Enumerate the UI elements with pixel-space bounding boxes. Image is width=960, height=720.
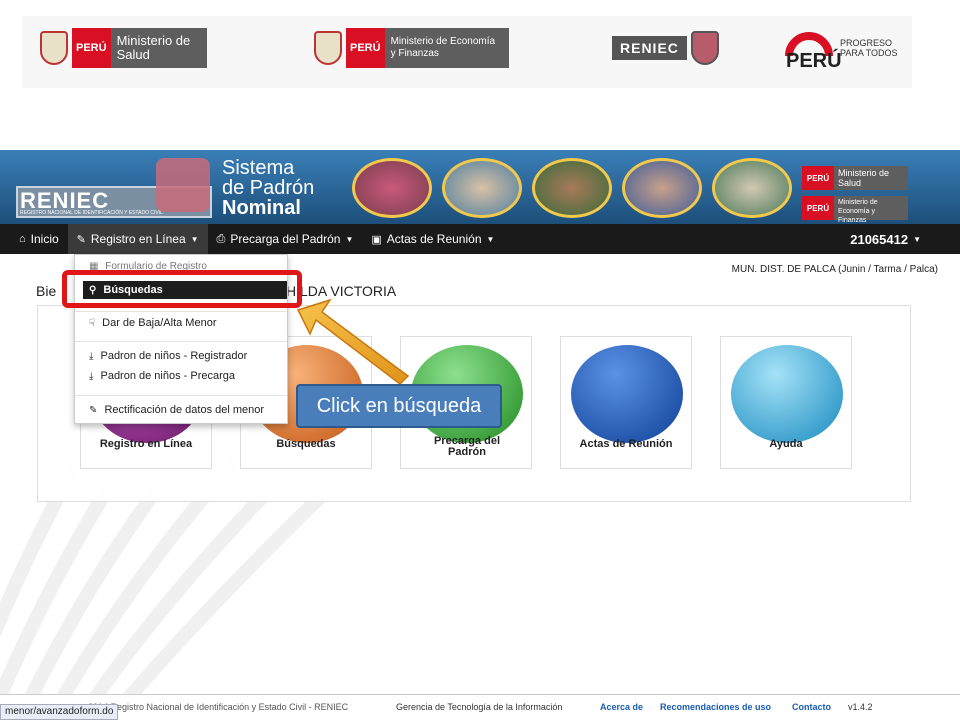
caret-down-icon: ▼ — [190, 234, 199, 244]
caret-down-icon: ▼ — [345, 234, 354, 244]
click-busqueda-callout: Click en búsqueda — [296, 384, 502, 428]
progreso-tagline: PROGRESO PARA TODOS — [840, 38, 898, 58]
tile-label: Registro en Línea — [99, 438, 193, 450]
footer-link-contacto[interactable]: Contacto — [792, 702, 831, 712]
nav-precarga[interactable]: ⎙ Precarga del Padrón ▼ — [208, 224, 363, 254]
user-id: 21065412 — [850, 231, 909, 247]
peru-tag: PERÚ — [346, 28, 385, 68]
system-title: Sistema de Padrón Nominal — [222, 158, 314, 218]
dropdown-label: Rectificación de datos del menor — [104, 404, 265, 416]
dropdown-item-baja-alta[interactable]: ☟ Dar de Baja/Alta Menor — [75, 317, 287, 329]
tile-ayuda[interactable]: Ayuda — [720, 336, 852, 469]
nav-registro-en-linea[interactable]: ✎ Registro en Línea ▼ — [67, 224, 208, 254]
footer-copyright: 2014 Registro Nacional de Identificación… — [88, 702, 349, 712]
footer-link-acerca[interactable]: Acerca de — [600, 702, 643, 712]
dropdown-item-rectificacion[interactable]: ✎ Rectificación de datos del menor — [75, 404, 287, 416]
child-photo-1 — [352, 158, 432, 218]
peru-shield-icon — [40, 31, 68, 65]
home-icon: ⌂ — [19, 233, 26, 245]
nav-label: Precarga del Padrón — [230, 232, 341, 246]
nav-label: Registro en Línea — [90, 232, 186, 246]
child-photo-5 — [712, 158, 792, 218]
child-photo-4 — [622, 158, 702, 218]
briefcase-icon: ▣ — [371, 233, 382, 246]
nav-label: Inicio — [30, 232, 59, 246]
peru-shield-icon — [314, 31, 342, 65]
footer-gerencia: Gerencia de Tecnología de la Información — [396, 702, 563, 712]
printer-icon: ⎙ — [216, 232, 226, 245]
dropdown-label: Padron de niños - Registrador — [100, 350, 248, 362]
footer-link-recomendaciones[interactable]: Recomendaciones de uso — [660, 702, 771, 712]
dropdown-divider — [75, 341, 287, 342]
reniec-small-logo: RENIEC — [612, 26, 723, 70]
page-footer: 2014 Registro Nacional de Identificación… — [0, 694, 960, 720]
nav-inicio[interactable]: ⌂ Inicio — [10, 224, 68, 254]
tile-label: Búsquedas — [276, 438, 336, 450]
welcome-start: Bie — [36, 283, 57, 299]
partner-logos-strip: PERÚ Ministerio de Salud PERÚ Ministerio… — [22, 16, 912, 88]
callout-text: Click en búsqueda — [316, 394, 482, 417]
peru-word: PERÚ — [786, 50, 842, 72]
reniec-wordmark: RENIEC — [612, 36, 687, 60]
footer-version: v1.4.2 — [848, 702, 873, 712]
salud-label: Ministerio de Salud — [834, 166, 908, 190]
browser-status-bar: menor/avanzadoform.do — [0, 704, 119, 720]
pointer-arrow-icon — [290, 296, 430, 396]
location-label: MUN. DIST. DE PALCA (Junin / Tarma / Pal… — [731, 264, 938, 275]
tile-label: Actas de Reunión — [579, 438, 673, 450]
reniec-fingerprint-figure-icon — [156, 158, 210, 212]
salud-label: Ministerio de Salud — [110, 28, 207, 68]
dropdown-item-padron-registrador[interactable]: ⤓ Padron de niños - Registrador — [75, 350, 287, 362]
main-navbar: ⌂ Inicio ✎ Registro en Línea ▼ ⎙ Precarg… — [0, 224, 960, 254]
document-icon — [571, 345, 683, 443]
child-photo-2 — [442, 158, 522, 218]
peru-progreso-logo: PERÚ PROGRESO PARA TODOS — [784, 26, 904, 72]
peru-tag: PERÚ — [802, 166, 834, 190]
title-line-3: Nominal — [222, 197, 301, 219]
title-line-1: Sistema — [222, 157, 295, 179]
mef-banner-logo: PERÚ Ministerio de Economía y Finanzas — [802, 196, 908, 224]
thumbs-down-icon: ☟ — [89, 318, 96, 329]
child-photo-3 — [532, 158, 612, 218]
minsa-banner-logo: PERÚ Ministerio de Salud — [802, 166, 908, 190]
reniec-figure-icon — [690, 31, 719, 65]
pencil-icon: ✎ — [76, 233, 86, 246]
tile-label: Precarga del Padrón — [433, 435, 501, 458]
tile-label: Ayuda — [769, 438, 803, 450]
dropdown-item-padron-precarga[interactable]: ⤓ Padron de niños - Precarga — [75, 370, 287, 382]
dropdown-divider — [75, 395, 287, 396]
busquedas-highlight-box — [62, 270, 302, 308]
peru-tag: PERÚ — [802, 196, 834, 220]
mef-logo: PERÚ Ministerio de Economía y Finanzas — [314, 26, 509, 70]
caret-down-icon: ▼ — [486, 234, 495, 244]
help-cube-icon — [731, 345, 843, 443]
download-icon: ⤓ — [89, 371, 94, 382]
economia-label: Ministerio de Economía y Finanzas — [384, 28, 509, 68]
dropdown-label: Dar de Baja/Alta Menor — [102, 317, 217, 329]
user-menu[interactable]: 21065412 ▼ — [841, 224, 930, 254]
nav-label: Actas de Reunión — [386, 232, 482, 246]
dropdown-divider — [75, 311, 287, 312]
reniec-banner-subtitle: REGISTRO NACIONAL DE IDENTIFICACIÓN Y ES… — [20, 210, 163, 216]
welcome-message: Bie HILDA VICTORIA — [36, 283, 396, 299]
caret-down-icon: ▼ — [913, 234, 921, 244]
tile-actas-de-reunion[interactable]: Actas de Reunión — [560, 336, 692, 469]
status-url: menor/avanzadoform.do — [5, 706, 114, 717]
system-header-banner: RENIEC REGISTRO NACIONAL DE IDENTIFICACI… — [0, 150, 960, 224]
economia-label: Ministerio de Economía y Finanzas — [834, 196, 908, 224]
edit-icon: ✎ — [89, 405, 98, 416]
peru-tag: PERÚ — [72, 28, 111, 68]
dropdown-label: Padron de niños - Precarga — [100, 370, 236, 382]
minsa-logo: PERÚ Ministerio de Salud — [40, 26, 207, 70]
nav-actas[interactable]: ▣ Actas de Reunión ▼ — [362, 224, 503, 254]
download-icon: ⤓ — [89, 351, 94, 362]
title-line-2: de Padrón — [222, 177, 315, 199]
